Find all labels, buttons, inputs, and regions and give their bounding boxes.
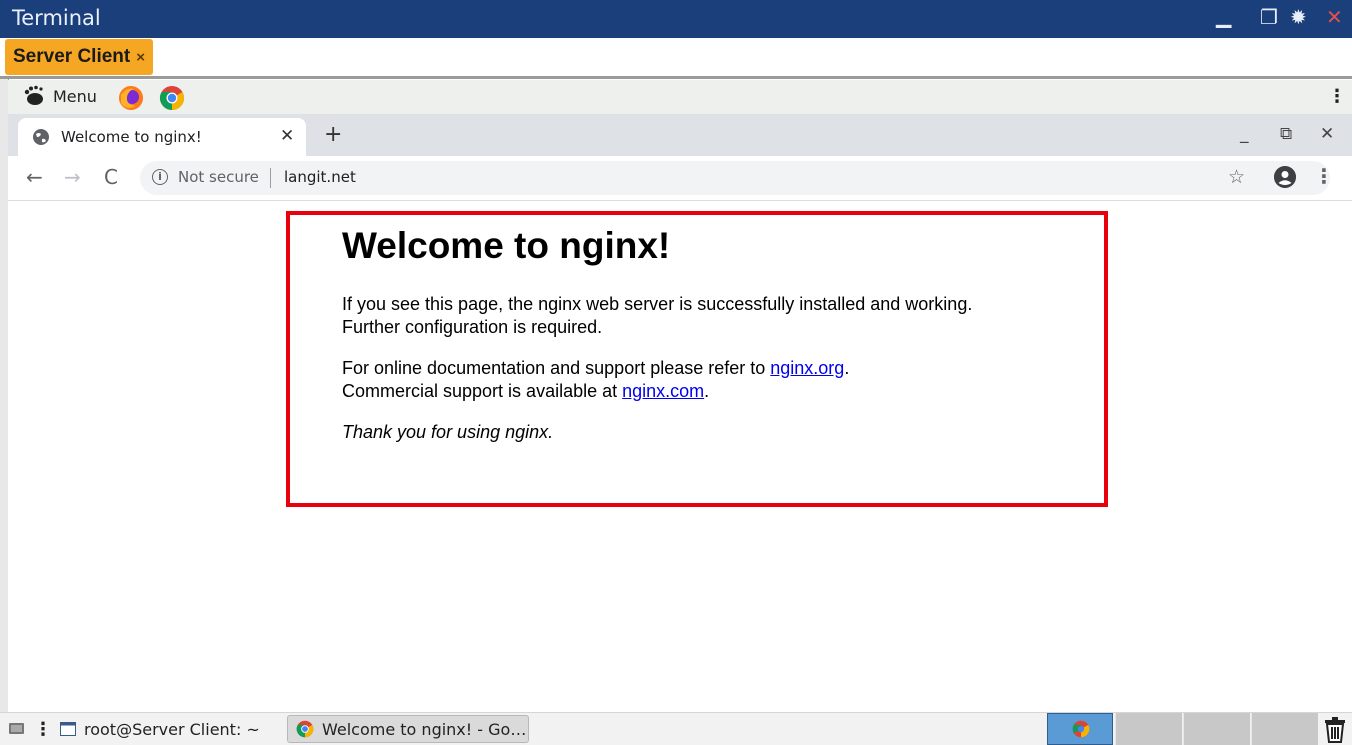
trash-icon[interactable] bbox=[1322, 715, 1348, 743]
intro-paragraph: If you see this page, the nginx web serv… bbox=[342, 293, 1062, 339]
forward-button[interactable]: → bbox=[64, 165, 81, 189]
taskbar-handle-icon[interactable]: ⋮ bbox=[34, 719, 52, 740]
address-bar[interactable]: i Not secure langit.net ☆ bbox=[140, 161, 1330, 195]
terminal-titlebar: Terminal ▁ ❐ ✹ ✕ bbox=[0, 0, 1352, 38]
window-title: Terminal bbox=[12, 6, 101, 30]
browser-close-button[interactable]: ✕ bbox=[1320, 124, 1334, 144]
page-heading: Welcome to nginx! bbox=[342, 225, 671, 266]
nginx-org-link[interactable]: nginx.org bbox=[770, 358, 844, 378]
task-terminal-label: root@Server Client: ~ bbox=[84, 719, 260, 739]
chrome-icon[interactable] bbox=[159, 85, 185, 111]
task-terminal[interactable]: ⋮ root@Server Client: ~ bbox=[8, 715, 260, 743]
browser-restore-button[interactable]: ⧉ bbox=[1280, 124, 1292, 144]
session-tab-server-client[interactable]: Server Client × bbox=[5, 39, 153, 75]
divider bbox=[270, 168, 271, 188]
terminal-window-icon bbox=[60, 722, 76, 736]
globe-icon bbox=[33, 129, 49, 145]
settings-button[interactable]: ✹ bbox=[1290, 5, 1307, 29]
panel-kebab-icon[interactable]: ⋮ bbox=[1328, 86, 1346, 107]
docs-paragraph: For online documentation and support ple… bbox=[342, 357, 1062, 403]
page-viewport: Welcome to nginx! If you see this page, … bbox=[8, 201, 1352, 712]
nginx-com-link[interactable]: nginx.com bbox=[622, 381, 704, 401]
info-icon[interactable]: i bbox=[152, 169, 168, 185]
back-button[interactable]: ← bbox=[26, 165, 43, 189]
commercial-text: Commercial support is available at bbox=[342, 381, 623, 401]
session-bar: Server Client × bbox=[0, 38, 1352, 78]
maximize-button[interactable]: ❐ bbox=[1260, 5, 1278, 29]
commercial-period: . bbox=[704, 381, 710, 401]
gnome-foot-icon bbox=[24, 85, 43, 105]
workspace-4[interactable] bbox=[1251, 713, 1318, 745]
workspace-3[interactable] bbox=[1183, 713, 1250, 745]
nginx-welcome-content: Welcome to nginx! If you see this page, … bbox=[342, 225, 1062, 462]
workspace-1[interactable] bbox=[1047, 713, 1113, 745]
tab-close-icon[interactable]: ✕ bbox=[280, 126, 294, 146]
taskbar: ⋮ root@Server Client: ~ Welcome to nginx… bbox=[0, 712, 1352, 745]
browser-toolbar: ← → C i Not secure langit.net ☆ ⋮ bbox=[8, 156, 1352, 201]
close-button[interactable]: ✕ bbox=[1326, 5, 1343, 29]
url-text[interactable]: langit.net bbox=[284, 168, 356, 186]
firefox-icon[interactable] bbox=[118, 85, 144, 111]
new-tab-button[interactable]: + bbox=[324, 122, 342, 147]
tab-welcome-nginx[interactable]: Welcome to nginx! ✕ bbox=[18, 118, 306, 156]
chrome-menu-icon[interactable]: ⋮ bbox=[1314, 164, 1334, 188]
session-tab-close-icon[interactable]: × bbox=[136, 49, 145, 66]
tab-title: Welcome to nginx! bbox=[61, 128, 202, 146]
chrome-icon bbox=[296, 720, 314, 738]
intro-line-2: Further configuration is required. bbox=[342, 317, 603, 337]
chrome-icon bbox=[1072, 720, 1090, 738]
thanks-paragraph: Thank you for using nginx. bbox=[342, 421, 1062, 444]
bookmark-star-icon[interactable]: ☆ bbox=[1228, 166, 1245, 188]
security-indicator[interactable]: Not secure bbox=[178, 168, 259, 186]
browser-tabstrip: Welcome to nginx! ✕ + _ ⧉ ✕ bbox=[8, 114, 1352, 156]
workspace-2[interactable] bbox=[1115, 713, 1182, 745]
task-chrome-label: Welcome to nginx! - Go… bbox=[322, 719, 527, 739]
profile-icon[interactable] bbox=[1274, 166, 1296, 188]
task-chrome[interactable]: Welcome to nginx! - Go… bbox=[287, 715, 529, 743]
minimize-button[interactable]: ▁ bbox=[1216, 4, 1231, 28]
reload-button[interactable]: C bbox=[104, 165, 118, 189]
docs-text: For online documentation and support ple… bbox=[342, 358, 771, 378]
intro-line-1: If you see this page, the nginx web serv… bbox=[342, 294, 973, 314]
docs-period: . bbox=[844, 358, 850, 378]
thanks-text: Thank you for using nginx. bbox=[342, 422, 554, 442]
session-tab-label: Server Client bbox=[13, 46, 131, 67]
menu-label: Menu bbox=[53, 86, 97, 106]
show-desktop-icon[interactable] bbox=[8, 721, 26, 737]
divider bbox=[0, 76, 1352, 79]
menu-button[interactable]: Menu bbox=[22, 85, 97, 107]
browser-minimize-button[interactable]: _ bbox=[1240, 124, 1249, 144]
desktop-top-panel: Menu ⋮ bbox=[8, 80, 1352, 114]
